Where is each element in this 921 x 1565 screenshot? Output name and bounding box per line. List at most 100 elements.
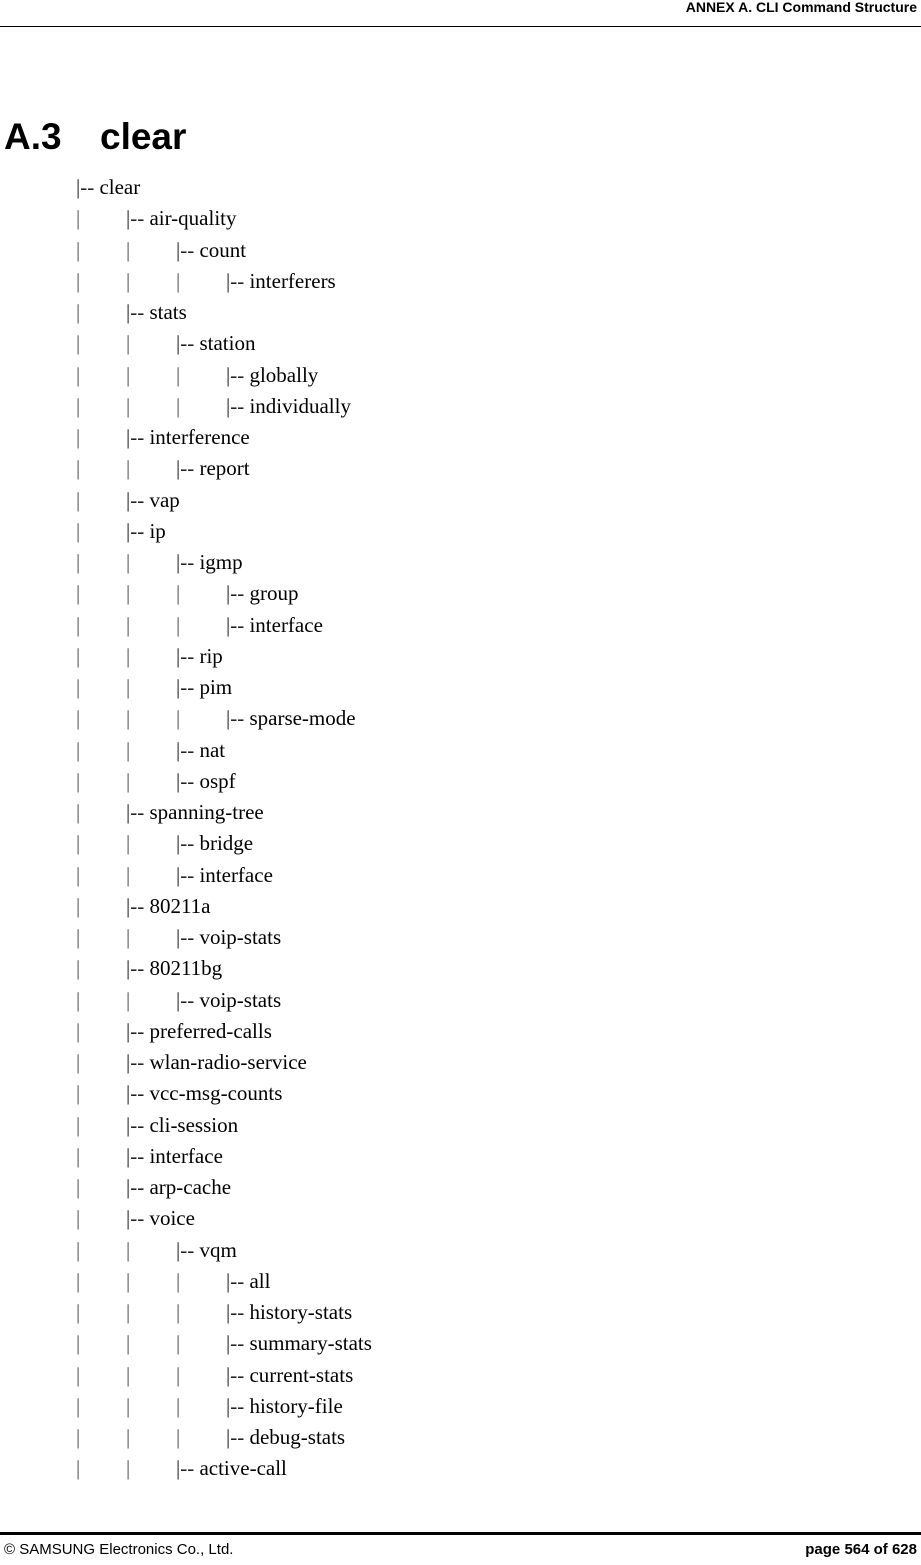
tree-node-label: interface — [199, 862, 273, 887]
tree-node: |-- interference — [126, 422, 250, 453]
tree-node: |-- voip-stats — [176, 985, 281, 1016]
tree-node-label: ospf — [199, 768, 236, 793]
tree-branch-marker: |-- — [126, 1018, 150, 1043]
tree-node: |-- active-call — [176, 1453, 287, 1484]
tree-node-label: pim — [199, 675, 233, 699]
tree-guide-line: | — [126, 1331, 131, 1356]
tree-node-label: rip — [199, 643, 223, 668]
tree-guide-line: | — [126, 1268, 131, 1293]
tree-guide-line: | — [76, 675, 81, 699]
tree-branch-marker: |-- — [176, 831, 200, 856]
tree-branch-marker: |-- — [126, 1050, 150, 1074]
tree-node-label: 80211a — [149, 893, 211, 918]
tree-guide-line: | — [76, 518, 81, 543]
tree-branch-marker: |-- — [176, 768, 200, 793]
tree-guide-line: | — [176, 1268, 181, 1293]
tree-guide-line: | — [76, 800, 81, 824]
tree-node-label: sparse-mode — [249, 706, 356, 731]
tree-node-label: history-stats — [249, 1300, 353, 1324]
tree-branch-marker: |-- — [126, 300, 150, 324]
footer-page-number: page 564 of 628 — [805, 1541, 917, 1558]
tree-node: |-- count — [176, 235, 246, 266]
tree-guide-line: | — [126, 331, 131, 356]
tree-node-label: history-file — [249, 1393, 343, 1418]
tree-branch-marker: |-- — [226, 393, 250, 418]
tree-node-label: group — [249, 581, 299, 606]
tree-guide-line: | — [76, 237, 81, 262]
tree-guide-line: | — [126, 862, 131, 887]
tree-node-label: vqm — [199, 1237, 237, 1262]
header-rule — [0, 26, 921, 27]
tree-node-label: bridge — [199, 831, 254, 856]
tree-node: |-- history-file — [226, 1391, 343, 1422]
tree-node: |-- air-quality — [126, 203, 237, 234]
tree-guide-line: | — [126, 550, 131, 574]
tree-branch-marker: |-- — [126, 1206, 150, 1231]
tree-node: |-- individually — [226, 391, 351, 422]
tree-branch-marker: |-- — [226, 362, 250, 387]
tree-guide-line: | — [76, 1081, 81, 1106]
tree-node: |-- interface — [226, 610, 323, 641]
tree-node: |-- ospf — [176, 766, 236, 797]
tree-node-label: cli-session — [149, 1112, 239, 1137]
tree-guide-line: | — [126, 1237, 131, 1262]
tree-guide-line: | — [126, 643, 131, 668]
tree-branch-marker: |-- — [226, 1300, 250, 1324]
tree-guide-line: | — [76, 925, 81, 949]
tree-guide-line: | — [76, 643, 81, 668]
tree-branch-marker: |-- — [176, 737, 200, 762]
tree-guide-line: | — [76, 300, 81, 324]
tree-guide-line: | — [126, 268, 131, 293]
tree-branch-marker: |-- — [126, 487, 150, 512]
tree-branch-marker: |-- — [126, 518, 150, 543]
tree-guide-line: | — [76, 550, 81, 574]
tree-branch-marker: |-- — [126, 800, 150, 824]
tree-node: |-- stats — [126, 297, 187, 328]
tree-guide-line: | — [76, 1268, 81, 1293]
tree-branch-marker: |-- — [176, 1237, 200, 1262]
tree-guide-line: | — [76, 893, 81, 918]
tree-branch-marker: |-- — [126, 206, 150, 231]
tree-node: |-- rip — [176, 641, 223, 672]
tree-node-label: interface — [249, 612, 323, 637]
tree-node-label: summary-stats — [249, 1331, 372, 1356]
footer-rule — [0, 1532, 921, 1535]
tree-guide-line: | — [76, 768, 81, 793]
tree-guide-line: | — [126, 237, 131, 262]
tree-guide-line: | — [126, 1393, 131, 1418]
tree-node-label: 80211bg — [149, 956, 223, 981]
tree-node: |-- arp-cache — [126, 1172, 231, 1203]
tree-node: |-- nat — [176, 735, 225, 766]
tree-node: |-- interface — [176, 860, 273, 891]
tree-node: |-- voice — [126, 1203, 195, 1234]
tree-branch-marker: |-- — [126, 1175, 150, 1199]
tree-guide-line: | — [76, 706, 81, 731]
tree-branch-marker: |-- — [226, 1393, 250, 1418]
tree-guide-line: | — [176, 581, 181, 606]
tree-branch-marker: |-- — [226, 581, 250, 606]
tree-branch-marker: |-- — [176, 331, 200, 356]
tree-guide-line: | — [76, 862, 81, 887]
tree-branch-marker: |-- — [176, 643, 200, 668]
tree-node-label: arp-cache — [149, 1175, 232, 1199]
tree-guide-line: | — [76, 331, 81, 356]
tree-branch-marker: |-- — [126, 1112, 150, 1137]
tree-node-label: count — [199, 237, 247, 262]
tree-guide-line: | — [176, 362, 181, 387]
tree-node: |-- all — [226, 1266, 270, 1297]
tree-node: |-- 80211a — [126, 891, 211, 922]
tree-guide-line: | — [176, 1362, 181, 1387]
tree-node-label: interference — [149, 425, 250, 449]
tree-node-label: igmp — [199, 550, 243, 574]
tree-guide-line: | — [76, 1237, 81, 1262]
tree-guide-line: | — [126, 362, 131, 387]
tree-branch-marker: |-- — [176, 862, 200, 887]
tree-guide-line: | — [76, 1050, 81, 1074]
tree-guide-line: | — [76, 956, 81, 981]
tree-guide-line: | — [126, 987, 131, 1012]
tree-guide-line: | — [126, 706, 131, 731]
tree-node-label: nat — [199, 737, 226, 762]
tree-guide-line: | — [126, 1456, 131, 1481]
tree-node-label: interferers — [249, 268, 336, 293]
tree-guide-line: | — [76, 612, 81, 637]
